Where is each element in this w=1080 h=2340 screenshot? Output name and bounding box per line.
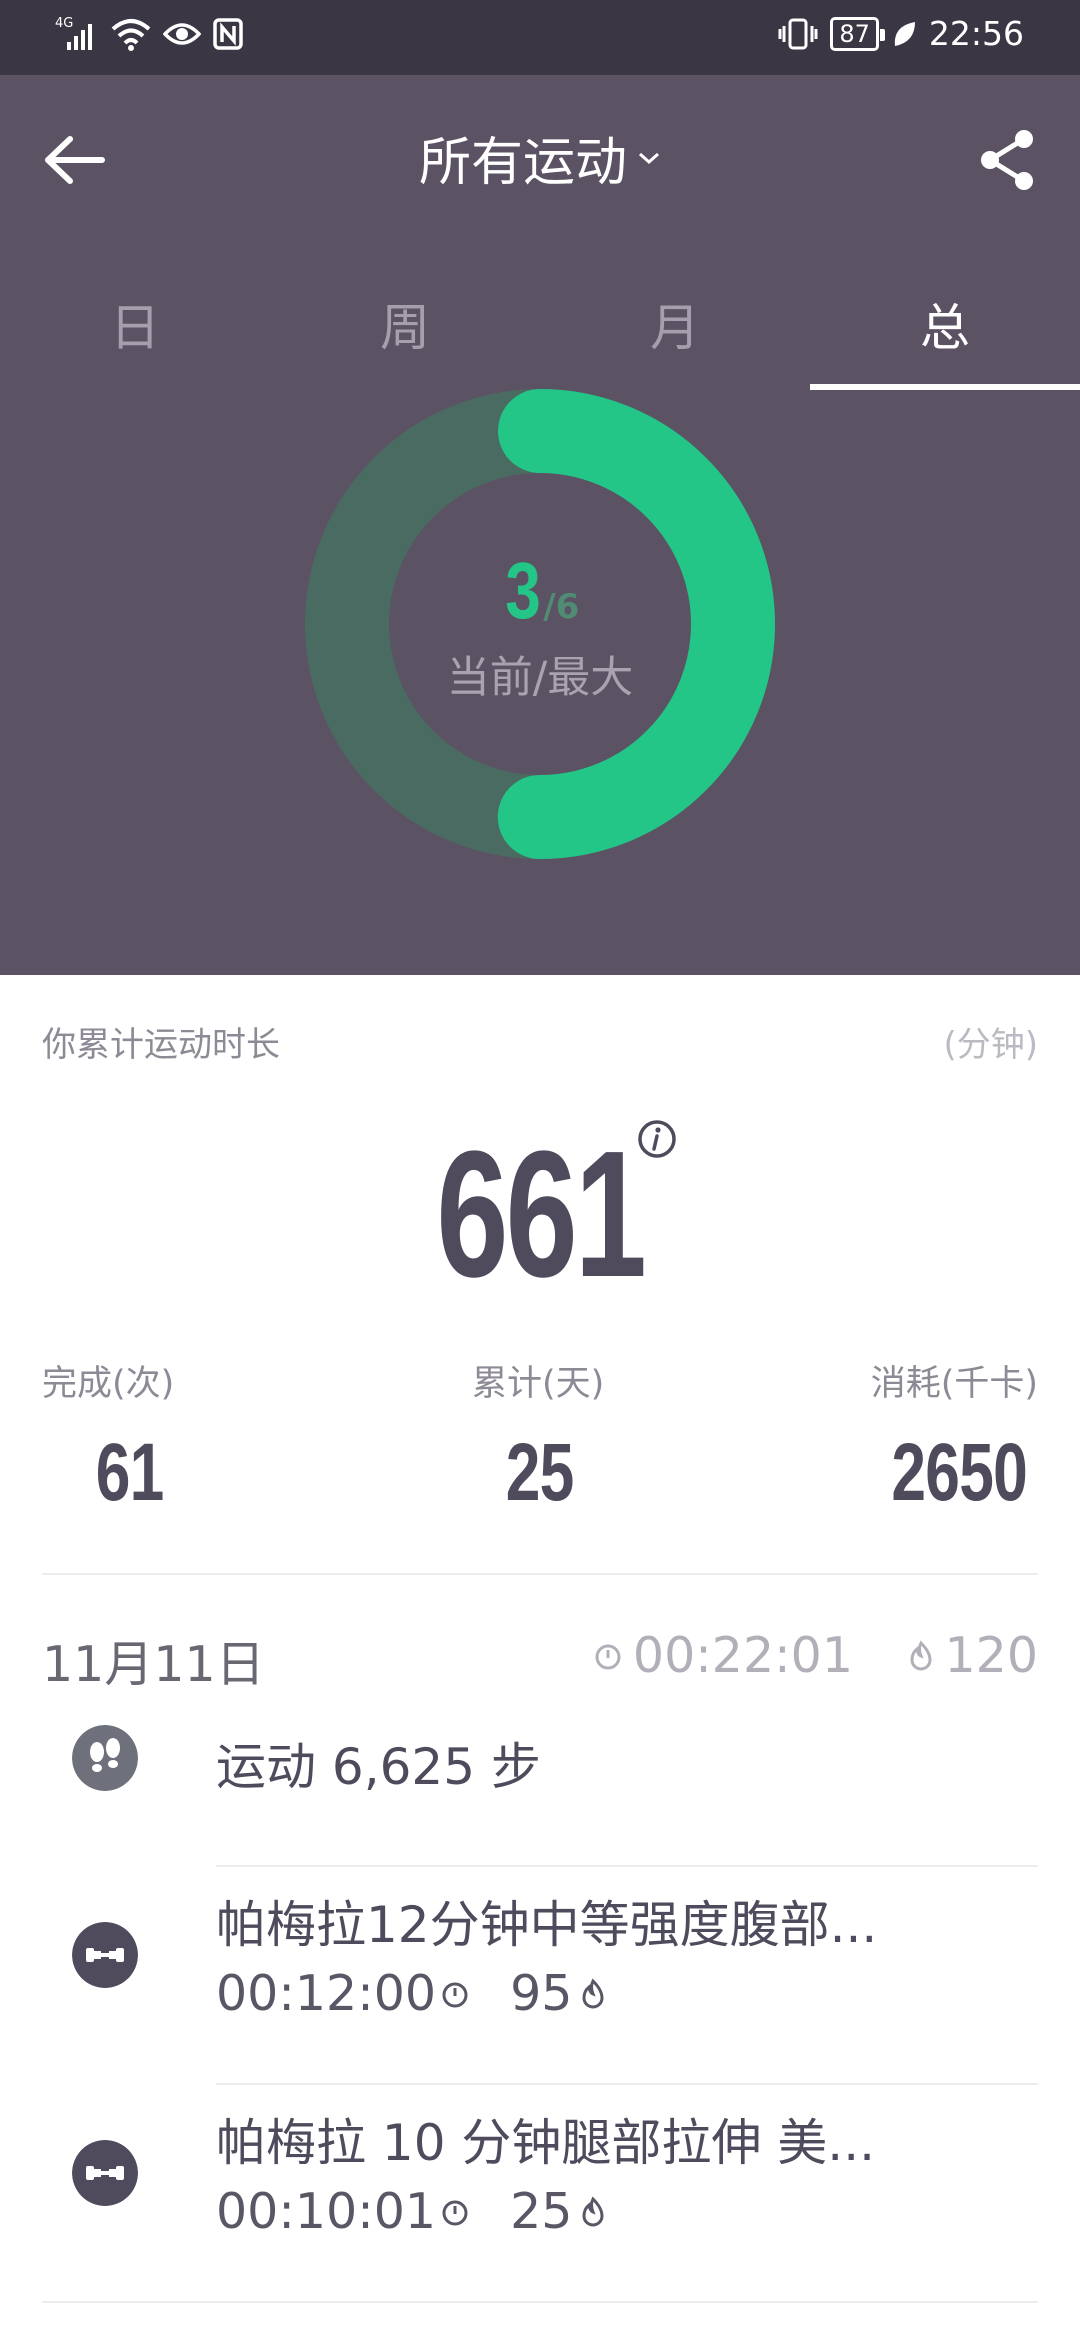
network-type: 4G [55, 16, 73, 31]
clock: 22:56 [928, 14, 1024, 53]
footsteps-icon [72, 1725, 138, 1791]
tab-week[interactable]: 周 [270, 263, 540, 390]
activity-meta: 00:12:00 95 [216, 1965, 608, 2022]
duration-label: 你累计运动时长 [42, 1025, 280, 1065]
activity-title: 运动 6,625 步 [216, 1738, 541, 1796]
day-date: 11月11日 [42, 1636, 265, 1693]
activity-calories: 25 [510, 2183, 573, 2240]
ring-max-value: /6 [543, 587, 580, 627]
divider [216, 1865, 1038, 1867]
day-header: 11月11日 00:22:01 120 [42, 1625, 1038, 1695]
day-calories: 120 [906, 1627, 1038, 1684]
day-duration-value: 00:22:01 [632, 1627, 853, 1684]
day-calories-value: 120 [944, 1627, 1038, 1684]
vibrate-icon [778, 18, 818, 49]
divider [42, 2301, 1038, 2303]
ring-center: 3/6 当前/最大 [303, 545, 777, 705]
stopwatch-icon [595, 1644, 621, 1669]
ring-current-value: 3 [504, 546, 541, 635]
stat-value: 61 [95, 1427, 165, 1518]
tab-day[interactable]: 日 [0, 263, 270, 390]
stat-completed: 完成(次) 61 [42, 1355, 217, 1520]
activity-item-workout[interactable]: 帕梅拉12分钟中等强度腹部... 00:12:00 95 [0, 1885, 1080, 2085]
back-button[interactable] [40, 125, 110, 195]
nfc-icon [213, 18, 243, 50]
dumbbell-icon [72, 2140, 138, 2206]
stat-value: 25 [506, 1427, 575, 1518]
share-icon [981, 130, 1033, 190]
ring-label: 当前/最大 [446, 653, 634, 703]
stat-value: 2650 [891, 1427, 1028, 1518]
share-button[interactable] [972, 125, 1042, 195]
arrow-left-icon [45, 136, 105, 184]
stopwatch-icon [442, 2200, 468, 2225]
chevron-down-icon [639, 152, 659, 164]
tab-month[interactable]: 月 [540, 263, 810, 390]
info-icon[interactable] [636, 1118, 678, 1160]
stat-label: 累计(天) [472, 1364, 605, 1404]
activity-time: 00:12:00 [216, 1965, 437, 2022]
flame-icon [910, 1639, 932, 1670]
eye-comfort-icon [163, 23, 201, 45]
stat-label: 完成(次) [42, 1364, 175, 1404]
stopwatch-icon [442, 1982, 468, 2007]
stat-label: 消耗(千卡) [870, 1364, 1038, 1404]
duration-unit: (分钟) [943, 1025, 1038, 1065]
activity-title: 帕梅拉 10 分钟腿部拉伸 美... [216, 2114, 875, 2172]
stat-calories: 消耗(千卡) 2650 [870, 1355, 1038, 1520]
divider [42, 1573, 1038, 1575]
sport-type-dropdown[interactable]: 所有运动 [419, 120, 661, 195]
wifi-icon [111, 19, 151, 51]
activity-meta: 00:10:01 25 [216, 2183, 608, 2240]
activity-title: 帕梅拉12分钟中等强度腹部... [216, 1896, 878, 1954]
activity-calories: 95 [510, 1965, 573, 2022]
flame-icon [582, 2195, 604, 2226]
stat-days: 累计(天) 25 [472, 1355, 608, 1520]
cellular-signal-icon: 4G [55, 16, 92, 50]
activity-time: 00:10:01 [216, 2183, 437, 2240]
header: 所有运动 日 周 月 总 3/6 当前/最大 [0, 75, 1080, 975]
power-saving-leaf-icon [894, 21, 915, 46]
period-tabs: 日 周 月 总 [0, 263, 1080, 390]
activity-item-steps[interactable]: 运动 6,625 步 [0, 1715, 1080, 1835]
total-minutes: 661 [436, 1114, 646, 1315]
activity-item-stretch[interactable]: 帕梅拉 10 分钟腿部拉伸 美... 00:10:01 25 [0, 2103, 1080, 2303]
tab-total[interactable]: 总 [810, 263, 1080, 390]
divider [216, 2083, 1038, 2085]
battery-indicator: 87 [830, 16, 885, 51]
flame-icon [582, 1977, 604, 2008]
dumbbell-icon [72, 1922, 138, 1988]
day-duration: 00:22:01 [593, 1627, 853, 1684]
status-bar: 4G 87 22:56 [0, 0, 1080, 75]
page-title: 所有运动 [418, 133, 627, 193]
